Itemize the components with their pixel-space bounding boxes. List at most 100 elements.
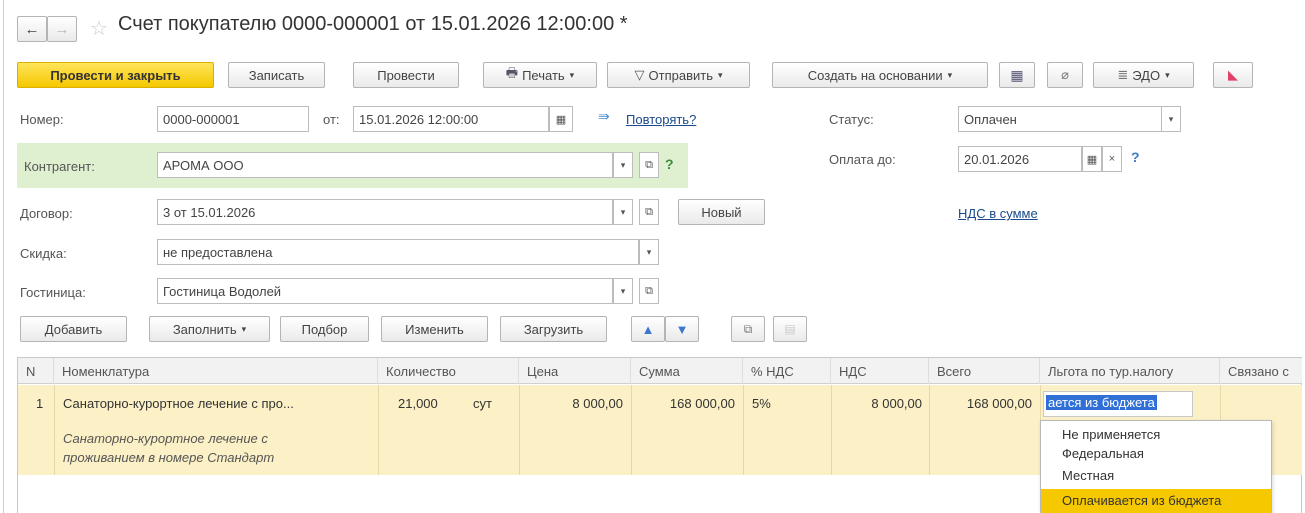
copy-button[interactable]: ⧉ (731, 316, 765, 342)
counterparty-help-icon[interactable]: ? (665, 156, 674, 172)
number-field[interactable]: 0000-000001 (157, 106, 309, 132)
row-item-desc-1: Санаторно-курортное лечение с (63, 431, 268, 446)
vat-link[interactable]: НДС в сумме (958, 206, 1038, 221)
pay-until-field[interactable]: 20.01.2026 (958, 146, 1082, 172)
structure-button[interactable]: ▦ (999, 62, 1035, 88)
pay-until-calendar-button[interactable]: ▦ (1082, 146, 1102, 172)
arrow-up-icon: ▲ (641, 321, 655, 337)
col-header-item[interactable]: Номенклатура (54, 358, 378, 384)
arrow-right-icon: → (54, 20, 70, 38)
dropdown-option-federal[interactable]: Федеральная (1062, 446, 1144, 461)
hotel-dropdown-button[interactable]: ▾ (613, 278, 633, 304)
move-up-button[interactable]: ▲ (631, 316, 665, 342)
row-qty[interactable]: 21,000 (398, 396, 438, 411)
row-sum[interactable]: 168 000,00 (631, 396, 735, 411)
attach-button[interactable]: ⌀ (1047, 62, 1083, 88)
row-unit[interactable]: сут (473, 396, 492, 411)
load-button[interactable]: Загрузить (500, 316, 607, 342)
pay-until-help-icon[interactable]: ? (1131, 149, 1140, 165)
edo-label: ЭДО (1132, 67, 1161, 83)
number-label: Номер: (20, 112, 64, 127)
counterparty-open-button[interactable]: ⧉ (639, 152, 659, 178)
chevron-down-icon: ▾ (241, 323, 247, 334)
post-and-close-button[interactable]: Провести и закрыть (17, 62, 214, 88)
print-button[interactable]: 🖶 Печать ▾ (483, 62, 597, 88)
chevron-down-icon: ▾ (646, 246, 652, 257)
dropdown-option-not-applied[interactable]: Не применяется (1062, 427, 1160, 442)
open-icon: ⧉ (645, 158, 653, 171)
select-button[interactable]: Подбор (280, 316, 369, 342)
col-header-linked[interactable]: Связано с (1220, 358, 1302, 384)
move-down-button[interactable]: ▼ (665, 316, 699, 342)
hotel-field[interactable]: Гостиница Водолей (157, 278, 613, 304)
change-button[interactable]: Изменить (381, 316, 488, 342)
col-header-sum[interactable]: Сумма (631, 358, 743, 384)
chevron-down-icon: ▾ (620, 159, 626, 170)
bookmark-button[interactable]: ◣ (1213, 62, 1253, 88)
col-header-qty[interactable]: Количество (378, 358, 519, 384)
repeat-link[interactable]: Повторять? (626, 112, 696, 127)
row-item[interactable]: Санаторно-курортное лечение с про... (63, 396, 294, 411)
row-item-desc-2: проживанием в номере Стандарт (63, 450, 275, 465)
discount-dropdown-button[interactable]: ▾ (639, 239, 659, 265)
new-contract-button[interactable]: Новый (678, 199, 765, 225)
dropdown-option-budget[interactable]: Оплачивается из бюджета (1062, 493, 1221, 508)
contract-field[interactable]: 3 от 15.01.2026 (157, 199, 613, 225)
row-vat-rate[interactable]: 5% (752, 396, 771, 411)
send-button[interactable]: ▽ Отправить ▾ (607, 62, 750, 88)
counterparty-dropdown-button[interactable]: ▾ (613, 152, 633, 178)
paperclip-icon: ⌀ (1061, 67, 1069, 82)
print-label: Печать (522, 67, 565, 83)
col-header-vat-rate[interactable]: % НДС (743, 358, 831, 384)
pay-until-clear-button[interactable]: × (1102, 146, 1122, 172)
col-header-vat[interactable]: НДС (831, 358, 929, 384)
page-title: Счет покупателю 0000-000001 от 15.01.202… (118, 13, 628, 35)
chevron-down-icon: ▾ (1165, 69, 1170, 80)
star-icon[interactable]: ☆ (90, 16, 108, 41)
status-field[interactable]: Оплачен (958, 106, 1162, 132)
back-button[interactable]: ← (17, 16, 47, 42)
add-row-button[interactable]: Добавить (20, 316, 127, 342)
chevron-down-icon: ▾ (1168, 113, 1174, 124)
paste-button[interactable]: ▤ (773, 316, 807, 342)
row-total[interactable]: 168 000,00 (929, 396, 1032, 411)
col-header-benefit[interactable]: Льгота по тур.налогу (1040, 358, 1220, 384)
create-based-label: Создать на основании (807, 67, 943, 83)
paste-icon: ▤ (784, 322, 796, 336)
contract-open-button[interactable]: ⧉ (639, 199, 659, 225)
chevron-down-icon: ▾ (569, 69, 575, 80)
pay-until-label: Оплата до: (829, 152, 896, 167)
col-header-n[interactable]: N (18, 358, 54, 384)
arrow-down-icon: ▼ (675, 321, 689, 337)
create-based-on-button[interactable]: Создать на основании ▾ (772, 62, 988, 88)
forward-button[interactable]: → (47, 16, 77, 42)
post-button[interactable]: Провести (353, 62, 459, 88)
chevron-down-icon: ▾ (947, 69, 953, 80)
row-number: 1 (36, 396, 44, 411)
col-header-total[interactable]: Всего (929, 358, 1040, 384)
col-header-price[interactable]: Цена (519, 358, 631, 384)
edo-icon: ≣ (1117, 67, 1129, 82)
row-vat[interactable]: 8 000,00 (831, 396, 922, 411)
close-icon: × (1108, 153, 1116, 165)
repeat-icon: ⇛ (598, 108, 610, 124)
date-field[interactable]: 15.01.2026 12:00:00 (353, 106, 549, 132)
status-dropdown-button[interactable]: ▾ (1161, 106, 1181, 132)
dropdown-option-local[interactable]: Местная (1062, 468, 1114, 483)
edo-button[interactable]: ≣ ЭДО ▾ (1093, 62, 1194, 88)
hotel-open-button[interactable]: ⧉ (639, 278, 659, 304)
fill-button[interactable]: Заполнить ▾ (149, 316, 270, 342)
benefit-edit-selected-text: ается из бюджета (1046, 395, 1157, 410)
row-price[interactable]: 8 000,00 (519, 396, 623, 411)
contract-dropdown-button[interactable]: ▾ (613, 199, 633, 225)
counterparty-label: Контрагент: (24, 159, 95, 174)
discount-field[interactable]: не предоставлена (157, 239, 639, 265)
calendar-button[interactable]: ▦ (549, 106, 573, 132)
send-label: Отправить (648, 67, 713, 83)
counterparty-field[interactable]: АРОМА ООО (157, 152, 613, 178)
chevron-down-icon: ▾ (717, 69, 723, 80)
chevron-down-icon: ▾ (620, 206, 626, 217)
open-icon: ⧉ (645, 205, 653, 218)
date-label: от: (323, 112, 340, 127)
save-button[interactable]: Записать (228, 62, 325, 88)
